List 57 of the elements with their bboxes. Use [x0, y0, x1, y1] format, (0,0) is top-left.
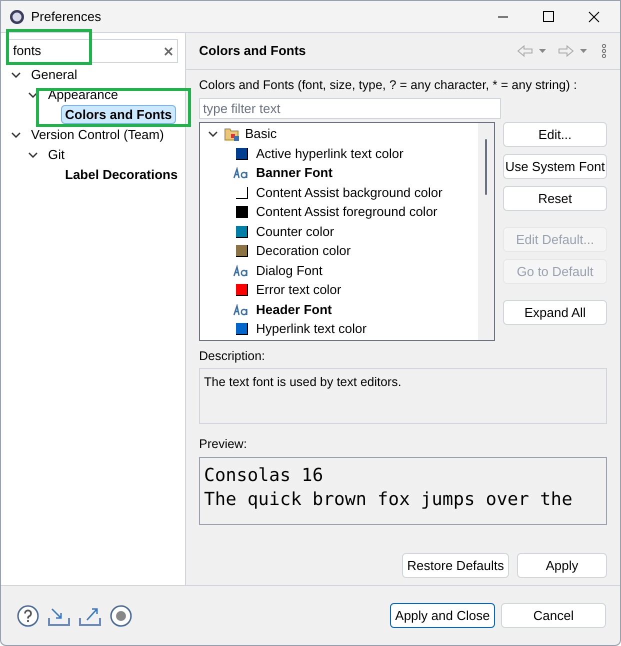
caret-icon[interactable] [539, 49, 546, 53]
tree-item[interactable]: Version Control (Team) [27, 125, 168, 144]
side-button[interactable]: Reset [503, 186, 607, 211]
font-icon [233, 304, 249, 316]
font-icon [233, 167, 249, 179]
list-item[interactable]: Active hyperlink text color [256, 144, 404, 164]
chevron-icon[interactable] [11, 70, 21, 80]
list-item[interactable]: Dialog Font [256, 260, 322, 280]
search-value: fonts [13, 42, 42, 60]
window-title: Preferences [31, 8, 102, 26]
list-item[interactable]: Content Assist background color [256, 182, 442, 202]
category-label[interactable]: Basic [245, 124, 277, 144]
tree-item[interactable]: Label Decorations [61, 165, 182, 184]
footer-button[interactable]: Cancel [501, 603, 606, 628]
chevron-icon[interactable] [28, 150, 38, 160]
import-icon[interactable] [48, 606, 70, 626]
list-item[interactable]: Header Font [256, 300, 332, 320]
footer-button[interactable]: Apply and Close [390, 603, 495, 628]
preview-label: Preview: [199, 436, 248, 452]
tree-item[interactable]: Appearance [44, 85, 122, 104]
list-item[interactable]: Content Assist foreground color [256, 202, 438, 222]
page-button[interactable]: Apply [517, 553, 607, 578]
filter-label: Colors and Fonts (font, size, type, ? = any character, * = any string) : [199, 77, 578, 94]
description-label: Description: [199, 348, 266, 365]
tree-item[interactable]: General [27, 65, 82, 84]
tree-item[interactable]: Colors and Fonts [61, 105, 176, 124]
description-text: The text font is used by text editors. [204, 374, 402, 388]
search-field[interactable]: fonts [8, 39, 178, 63]
list-item[interactable]: Decoration color [256, 241, 351, 261]
side-button[interactable]: Use System Font [503, 154, 607, 179]
side-button[interactable]: Expand All [503, 300, 607, 325]
close-icon[interactable] [588, 10, 600, 22]
maximize-icon[interactable] [543, 11, 554, 22]
list-item[interactable]: Banner Font [256, 163, 333, 183]
chevron-icon[interactable] [11, 130, 21, 140]
record-icon[interactable] [110, 604, 132, 626]
list-item[interactable]: Error text color [256, 280, 342, 300]
preview-text: The quick brown fox jumps over the [204, 488, 574, 512]
export-icon[interactable] [79, 606, 101, 626]
filter-field[interactable]: type filter text [199, 98, 501, 119]
help-icon[interactable] [17, 604, 39, 626]
chevron-icon[interactable] [208, 128, 218, 139]
scrollbar[interactable] [478, 122, 494, 340]
list-item[interactable]: Counter color [256, 222, 334, 242]
page-title: Colors and Fonts [199, 42, 306, 60]
chevron-icon[interactable] [28, 90, 38, 100]
folder-icon [224, 126, 240, 142]
tree-item[interactable]: Git [44, 145, 69, 164]
app-icon [9, 8, 25, 24]
clear-icon[interactable] [164, 46, 173, 56]
caret-icon[interactable] [580, 49, 587, 53]
menu-icon[interactable] [601, 44, 607, 58]
font-icon [233, 264, 249, 276]
preview-text: Consolas 16 [204, 464, 324, 488]
page-button[interactable]: Restore Defaults [402, 553, 509, 578]
list-item[interactable]: Hyperlink text color [256, 319, 367, 339]
side-button[interactable]: Edit... [503, 122, 607, 147]
